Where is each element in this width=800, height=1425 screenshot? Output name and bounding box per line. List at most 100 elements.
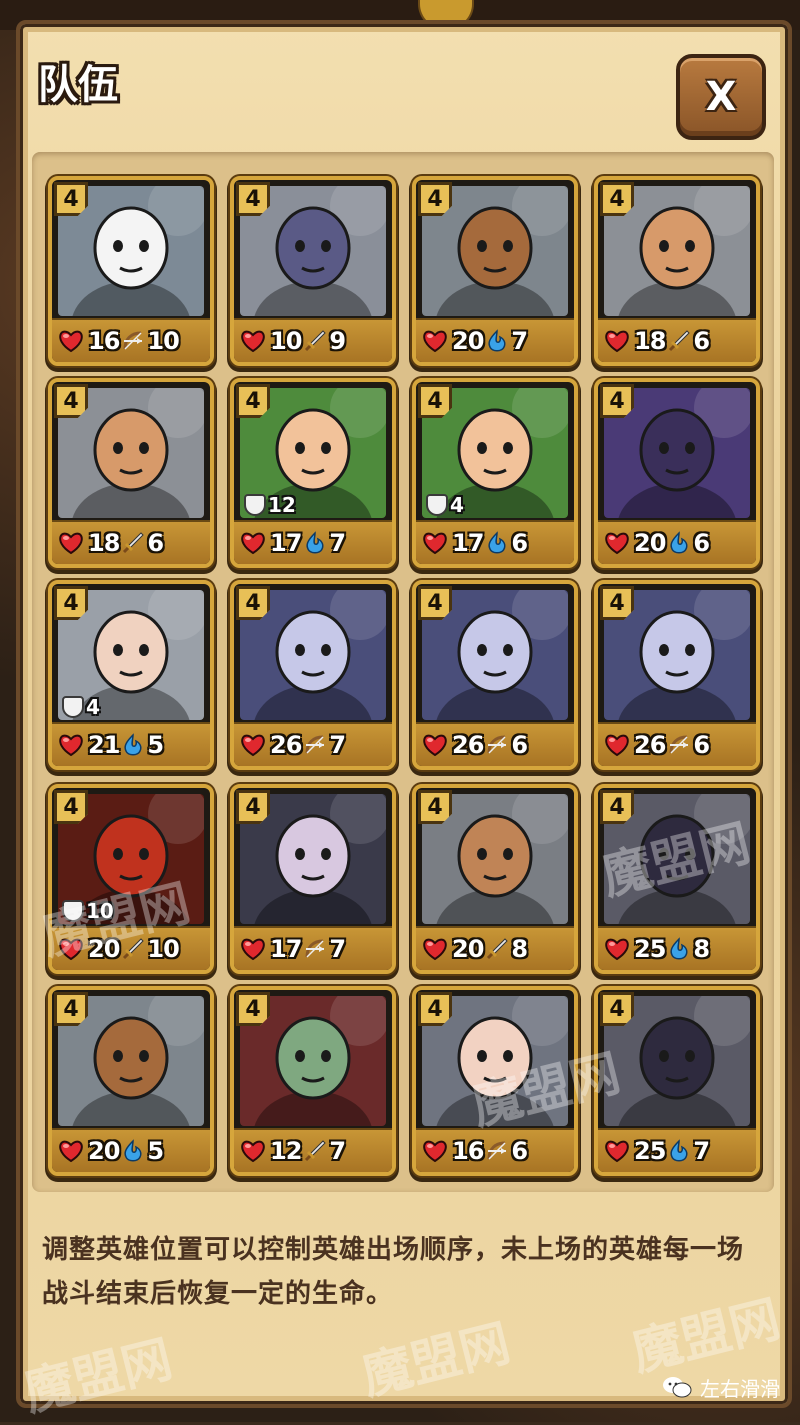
- hero-card[interactable]: 4 16 10: [48, 176, 214, 366]
- shield-icon: [62, 900, 84, 922]
- hero-card[interactable]: 4 12 17 7: [230, 378, 396, 568]
- wechat-icon: [663, 1377, 692, 1398]
- shield-icon: [244, 494, 266, 516]
- shield-value: 4: [450, 493, 464, 517]
- attack-value: 5: [147, 1137, 164, 1165]
- hero-stats-bar: 20 7: [416, 318, 574, 362]
- bow-icon: [303, 733, 327, 757]
- heart-icon: [604, 1139, 630, 1163]
- hero-level-badge: 4: [236, 182, 270, 216]
- shield-value: 12: [268, 493, 296, 517]
- attack-value: 7: [329, 529, 346, 557]
- close-button[interactable]: X: [676, 54, 766, 140]
- hero-card[interactable]: 4 20 5: [48, 986, 214, 1176]
- sword-icon: [121, 937, 145, 961]
- shield-stat: 12: [244, 492, 296, 518]
- heart-icon: [240, 531, 266, 555]
- hero-card[interactable]: 4 25 7: [594, 986, 760, 1176]
- attack-value: 6: [511, 529, 528, 557]
- heart-icon: [422, 937, 448, 961]
- hp-value: 20: [88, 1137, 120, 1165]
- attack-value: 7: [329, 935, 346, 963]
- hp-value: 17: [270, 529, 302, 557]
- hero-level-badge: 4: [418, 182, 452, 216]
- hero-card[interactable]: 4 20 7: [412, 176, 578, 366]
- hero-card[interactable]: 4 4 17 6: [412, 378, 578, 568]
- close-icon: X: [705, 74, 737, 120]
- attack-value: 7: [329, 731, 346, 759]
- hero-stats-bar: 16 10: [52, 318, 210, 362]
- magic-icon: [667, 937, 691, 961]
- attack-value: 6: [693, 731, 710, 759]
- hero-card[interactable]: 4 18 6: [48, 378, 214, 568]
- hp-value: 25: [634, 935, 666, 963]
- hp-value: 20: [88, 935, 120, 963]
- attack-value: 10: [147, 935, 179, 963]
- hero-card[interactable]: 4 18 6: [594, 176, 760, 366]
- heart-icon: [240, 937, 266, 961]
- attack-value: 8: [511, 935, 528, 963]
- magic-icon: [121, 1139, 145, 1163]
- hero-card[interactable]: 4 10 20 10: [48, 784, 214, 974]
- hero-stats-bar: 12 7: [234, 1128, 392, 1172]
- hero-level-badge: 4: [418, 384, 452, 418]
- hero-card[interactable]: 4 25 8: [594, 784, 760, 974]
- heart-icon: [422, 329, 448, 353]
- hp-value: 26: [452, 731, 484, 759]
- sword-icon: [667, 329, 691, 353]
- hp-value: 17: [452, 529, 484, 557]
- hp-value: 16: [452, 1137, 484, 1165]
- hero-card[interactable]: 4 10 9: [230, 176, 396, 366]
- heart-icon: [58, 733, 84, 757]
- hp-value: 18: [88, 529, 120, 557]
- hp-value: 16: [88, 327, 120, 355]
- info-text: 调整英雄位置可以控制英雄出场顺序，未上场的英雄每一场战斗结束后恢复一定的生命。: [42, 1235, 745, 1309]
- magic-icon: [485, 329, 509, 353]
- hero-card[interactable]: 4 17 7: [230, 784, 396, 974]
- hp-value: 18: [634, 327, 666, 355]
- hero-stats-bar: 18 6: [52, 520, 210, 564]
- sword-icon: [485, 937, 509, 961]
- heart-icon: [58, 1139, 84, 1163]
- magic-icon: [485, 531, 509, 555]
- attack-value: 7: [329, 1137, 346, 1165]
- magic-icon: [667, 1139, 691, 1163]
- bow-icon: [485, 733, 509, 757]
- attack-value: 5: [147, 731, 164, 759]
- hero-card[interactable]: 4 4 21 5: [48, 580, 214, 770]
- hero-stats-bar: 26 7: [234, 722, 392, 766]
- sword-icon: [303, 329, 327, 353]
- hp-value: 21: [88, 731, 120, 759]
- heart-icon: [58, 329, 84, 353]
- heart-icon: [604, 531, 630, 555]
- hero-stats-bar: 26 6: [598, 722, 756, 766]
- hp-value: 26: [270, 731, 302, 759]
- magic-icon: [667, 531, 691, 555]
- hero-card[interactable]: 4 12 7: [230, 986, 396, 1176]
- attack-value: 6: [511, 1137, 528, 1165]
- hero-card[interactable]: 4 26 6: [594, 580, 760, 770]
- shield-value: 10: [86, 899, 114, 923]
- hp-value: 20: [452, 935, 484, 963]
- heart-icon: [240, 1139, 266, 1163]
- hero-card[interactable]: 4 16 6: [412, 986, 578, 1176]
- hero-card[interactable]: 4 26 6: [412, 580, 578, 770]
- heart-icon: [422, 1139, 448, 1163]
- sword-icon: [303, 1139, 327, 1163]
- hero-stats-bar: 20 5: [52, 1128, 210, 1172]
- hero-stats-bar: 20 8: [416, 926, 574, 970]
- hero-stats-bar: 20 6: [598, 520, 756, 564]
- hero-stats-bar: 10 9: [234, 318, 392, 362]
- hero-card[interactable]: 4 20 6: [594, 378, 760, 568]
- hero-card[interactable]: 4 26 7: [230, 580, 396, 770]
- hero-stats-bar: 17 7: [234, 520, 392, 564]
- attack-value: 7: [511, 327, 528, 355]
- shield-value: 4: [86, 695, 100, 719]
- hero-stats-bar: 25 7: [598, 1128, 756, 1172]
- hero-stats-bar: 20 10: [52, 926, 210, 970]
- hero-card[interactable]: 4 20 8: [412, 784, 578, 974]
- heart-icon: [240, 733, 266, 757]
- hero-stats-bar: 21 5: [52, 722, 210, 766]
- hero-level-badge: 4: [54, 182, 88, 216]
- heart-icon: [58, 531, 84, 555]
